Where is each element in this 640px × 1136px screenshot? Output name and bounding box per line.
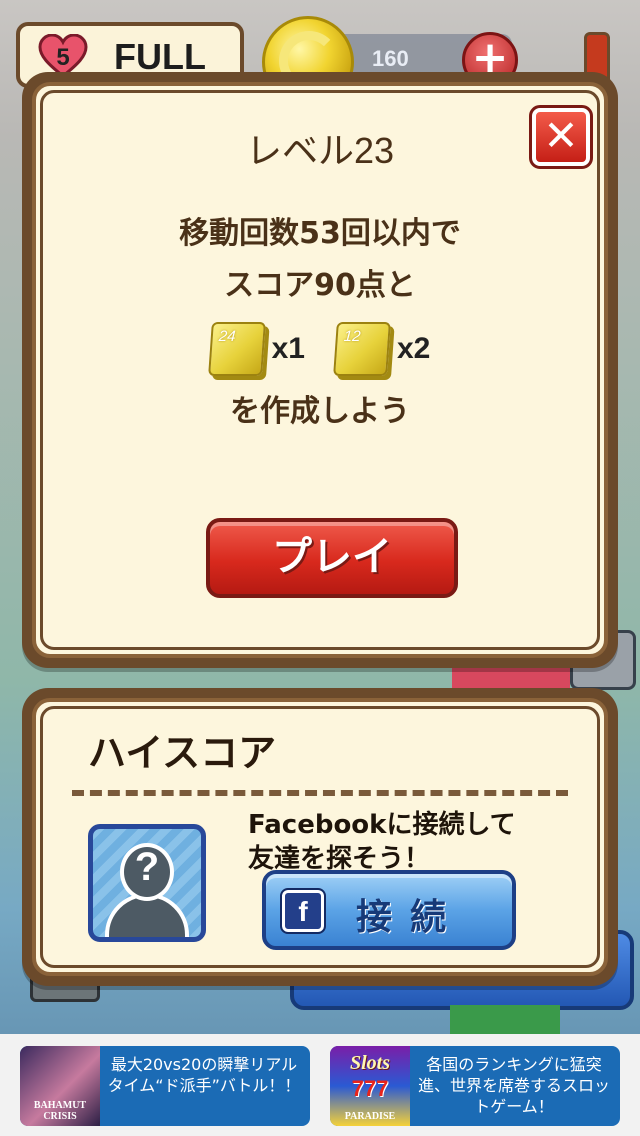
mission-line-create: を作成しよう [230, 394, 410, 429]
high-score-body: ハイスコア ? Facebookに接続して 友達を探そう！ f 接続 [32, 698, 608, 976]
level-dialog: レベル23 ✕ 移動回数53回以内で スコア90点と 24 x1 12 x2 を… [22, 72, 618, 668]
level-dialog-body: レベル23 ✕ 移動回数53回以内で スコア90点と 24 x1 12 x2 を… [32, 82, 608, 658]
lives-count: 5 [56, 44, 70, 71]
tile-number: 12 [343, 328, 362, 345]
unknown-friend-avatar: ? [88, 824, 206, 942]
facebook-message: Facebookに接続して 友達を探そう！ [248, 808, 516, 876]
mission-line-moves: 移動回数53回以内で [179, 216, 461, 251]
close-button[interactable]: ✕ [529, 105, 593, 169]
ad-image-caption-bottom: PARADISE [344, 1111, 396, 1122]
tile-24-icon: 24 [207, 322, 266, 376]
ad-banner-bar: BAHAMUT CRISIS 最大20vs20の瞬撃リアルタイム“ド派手”バトル… [0, 1034, 640, 1136]
question-mark-icon: ? [134, 845, 160, 889]
high-score-title: ハイスコア [88, 731, 277, 775]
ad-text: 最大20vs20の瞬撃リアルタイム“ド派手”バトル！！ [107, 1055, 301, 1095]
mission-line-score: スコア90点と [224, 268, 416, 303]
divider [72, 790, 568, 796]
facebook-connect-button[interactable]: f 接続 [262, 870, 516, 950]
facebook-icon: f [280, 888, 326, 934]
bahamut-crisis-thumbnail: BAHAMUT CRISIS [20, 1046, 100, 1126]
level-title: レベル23 [245, 130, 395, 171]
play-button[interactable]: プレイ [206, 518, 458, 598]
coin-count: 160 [372, 46, 409, 71]
tile-12-icon: 12 [333, 322, 391, 376]
ad-image-caption-top: Slots [349, 1052, 391, 1074]
ad-banner-slots[interactable]: Slots 777 PARADISE 各国のランキングに猛突進、世界を席巻するス… [330, 1046, 620, 1126]
tile-count: x2 [397, 332, 431, 365]
tile-number: 24 [217, 328, 236, 345]
facebook-message-line1: Facebookに接続して [248, 810, 516, 840]
ad-banner-bahamut[interactable]: BAHAMUT CRISIS 最大20vs20の瞬撃リアルタイム“ド派手”バトル… [20, 1046, 310, 1126]
slots-paradise-thumbnail: Slots 777 PARADISE [330, 1046, 410, 1126]
background-green-tile [450, 1005, 560, 1035]
mission-text: 移動回数53回以内で スコア90点と 24 x1 12 x2 を作成しよう [36, 208, 604, 438]
ad-text: 各国のランキングに猛突進、世界を席巻するスロットゲーム！ [417, 1055, 610, 1116]
ad-image-caption: BAHAMUT CRISIS [33, 1100, 87, 1122]
ad-image-caption-mid: 777 [351, 1076, 389, 1101]
tile-count: x1 [271, 332, 305, 365]
target-tiles: 24 x1 12 x2 [36, 312, 604, 386]
connect-label: 接続 [356, 897, 465, 938]
high-score-panel: ハイスコア ? Facebookに接続して 友達を探そう！ f 接続 [22, 688, 618, 986]
